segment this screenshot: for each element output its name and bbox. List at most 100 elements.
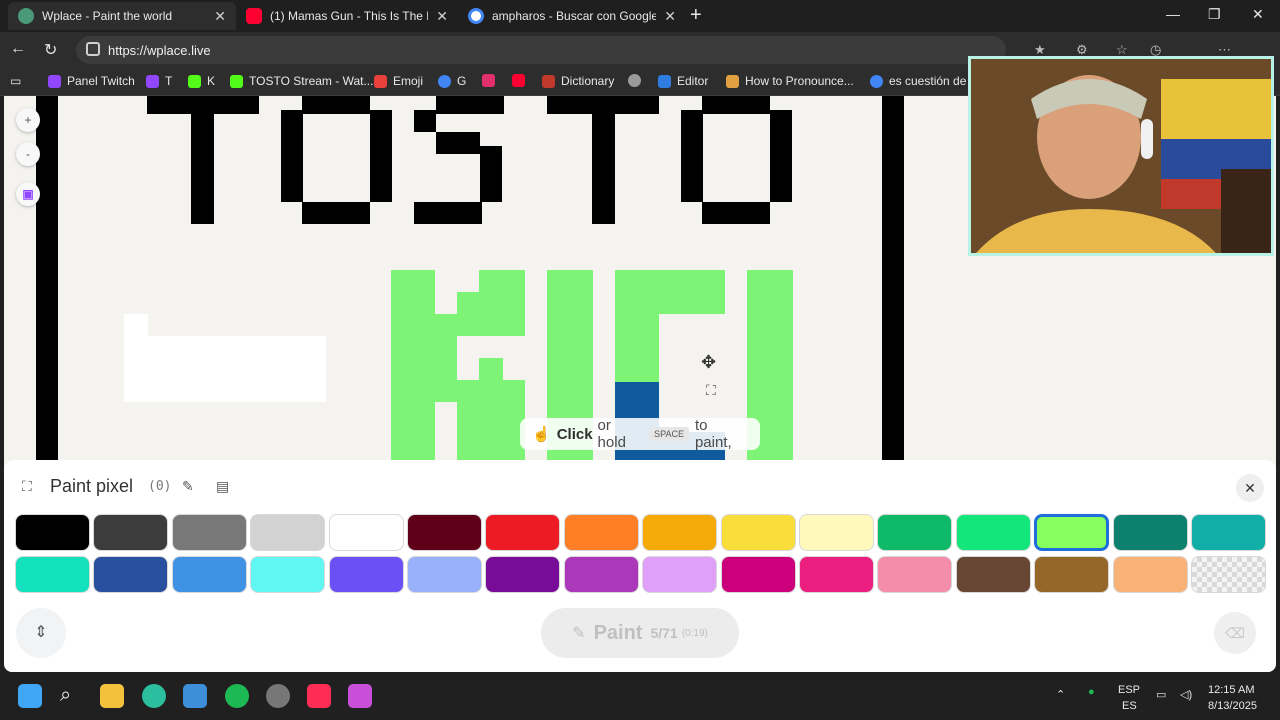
favorite-star-icon[interactable]: ★	[1034, 43, 1048, 57]
zoom-out-button[interactable]: -	[16, 142, 40, 166]
color-swatch[interactable]	[955, 514, 1031, 551]
bookmark-instagram[interactable]	[482, 74, 501, 87]
color-swatch[interactable]	[407, 556, 482, 593]
bookmark-panel-twitch[interactable]: Panel Twitch	[48, 74, 135, 88]
favorites-icon[interactable]: ☆	[1116, 43, 1130, 57]
panel-title: Paint pixel	[50, 476, 134, 496]
hint-click: Click	[556, 425, 593, 443]
reload-icon[interactable]: ↻	[44, 40, 57, 60]
color-swatch[interactable]	[328, 556, 404, 593]
close-tab-icon[interactable]: ✕	[214, 8, 226, 25]
site-info-icon[interactable]	[86, 42, 100, 56]
globe-icon	[18, 8, 34, 24]
color-swatch[interactable]	[799, 556, 874, 593]
eraser-button[interactable]: ⌫	[1214, 612, 1256, 654]
color-swatch[interactable]	[1112, 514, 1188, 551]
bookmark-emoji[interactable]: Emoji	[374, 74, 423, 88]
color-swatch[interactable]	[250, 556, 326, 593]
color-swatch[interactable]	[1112, 556, 1188, 593]
color-swatch[interactable]	[563, 556, 639, 593]
obs-icon[interactable]	[266, 684, 290, 708]
color-swatch[interactable]	[171, 514, 247, 551]
color-swatch[interactable]	[642, 556, 718, 593]
pixel-target-icon: ⛶	[706, 382, 716, 398]
edge-browser-icon[interactable]	[142, 684, 166, 708]
history-icon[interactable]: ◷	[1150, 43, 1164, 57]
transparent-swatch[interactable]	[1191, 556, 1266, 593]
zoom-in-button[interactable]: +	[16, 108, 40, 132]
speaker-icon	[726, 74, 739, 88]
color-swatch[interactable]	[485, 556, 561, 593]
pencil-icon[interactable]: ✎	[182, 478, 194, 495]
color-swatch[interactable]	[563, 514, 639, 551]
reading-list-icon[interactable]: ▭	[10, 74, 21, 88]
search-icon[interactable]: ⌕	[60, 684, 71, 707]
extensions-icon[interactable]: ⚙	[1076, 43, 1090, 57]
bookmark-chatgpt[interactable]	[628, 74, 647, 87]
bookmark-g[interactable]: G	[438, 74, 466, 88]
color-swatch[interactable]	[250, 514, 326, 551]
color-swatch[interactable]	[1191, 514, 1266, 551]
clock-date: 8/13/2025	[1208, 700, 1257, 712]
chevron-up-icon[interactable]: ⌃	[1056, 688, 1065, 701]
tiktok-icon[interactable]	[307, 684, 331, 708]
close-window-button[interactable]: ✕	[1252, 6, 1264, 23]
back-arrow-icon[interactable]: ←	[10, 40, 26, 58]
app-icon[interactable]	[348, 684, 372, 708]
color-swatch[interactable]	[407, 514, 482, 551]
tab-google[interactable]: ampharos - Buscar con Google ✕	[458, 2, 686, 30]
new-tab-button[interactable]: +	[690, 4, 702, 27]
tab-youtube[interactable]: (1) Mamas Gun - This Is The Day ( ✕	[236, 2, 458, 30]
close-tab-icon[interactable]: ✕	[436, 8, 448, 25]
network-icon[interactable]: ▭	[1156, 688, 1166, 701]
maximize-button[interactable]: ❐	[1208, 6, 1221, 23]
language-code[interactable]: ESP	[1118, 684, 1140, 696]
color-swatch[interactable]	[720, 556, 796, 593]
keyboard-layout: ES	[1122, 700, 1137, 712]
google-icon	[468, 8, 484, 24]
tab-wplace[interactable]: Wplace - Paint the world ✕	[8, 2, 236, 30]
bookmark-dictionary[interactable]: Dictionary	[542, 74, 614, 88]
color-swatch[interactable]	[93, 514, 169, 551]
color-swatch[interactable]	[799, 514, 874, 551]
color-swatch[interactable]	[15, 556, 90, 593]
close-tab-icon[interactable]: ✕	[664, 8, 676, 25]
color-swatch[interactable]	[720, 514, 796, 551]
color-swatch[interactable]	[642, 514, 718, 551]
notepad-icon[interactable]	[183, 684, 207, 708]
collapse-panel-button[interactable]: ⇕	[16, 608, 66, 658]
volume-icon[interactable]: ◁)	[1180, 688, 1192, 701]
clock-time[interactable]: 12:15 AM	[1208, 684, 1254, 696]
minimize-button[interactable]: —	[1166, 6, 1180, 22]
expand-icon[interactable]: ⛶	[22, 478, 32, 495]
spotify-icon[interactable]	[225, 684, 249, 708]
bookmark-tosto-stream[interactable]: TOSTO Stream - Wat...	[230, 74, 373, 88]
windows-start-icon[interactable]	[18, 684, 42, 708]
google-icon	[870, 74, 883, 88]
bookmark-es-cuestion[interactable]: es cuestión de t	[870, 74, 973, 88]
bookmark-youtube[interactable]	[512, 74, 531, 87]
microphone-icon[interactable]: ●	[1088, 686, 1095, 698]
close-panel-button[interactable]: ✕	[1236, 474, 1264, 502]
color-swatch[interactable]	[877, 556, 953, 593]
twitch-icon[interactable]: ▣	[16, 182, 40, 206]
color-swatch[interactable]	[328, 514, 404, 551]
bookmark-how-to-pronounce[interactable]: How to Pronounce...	[726, 74, 854, 88]
url-field[interactable]: https://wplace.live	[76, 36, 1006, 64]
color-swatch[interactable]	[171, 556, 247, 593]
paint-button[interactable]: ✎ Paint 5/71 (0:19)	[541, 608, 739, 658]
more-menu-icon[interactable]: ⋯	[1218, 43, 1232, 57]
youtube-icon	[512, 74, 525, 87]
image-icon[interactable]: ▤	[216, 478, 229, 495]
color-swatch[interactable]	[485, 514, 561, 551]
bookmark-k[interactable]: K	[188, 74, 215, 88]
color-swatch[interactable]	[15, 514, 90, 551]
bookmark-editor[interactable]: Editor	[658, 74, 708, 88]
bookmark-t[interactable]: T	[146, 74, 172, 88]
color-swatch[interactable]	[1034, 556, 1110, 593]
color-swatch[interactable]	[955, 556, 1031, 593]
color-swatch[interactable]	[1034, 514, 1110, 551]
color-swatch[interactable]	[877, 514, 953, 551]
color-swatch[interactable]	[93, 556, 169, 593]
file-explorer-icon[interactable]	[100, 684, 124, 708]
